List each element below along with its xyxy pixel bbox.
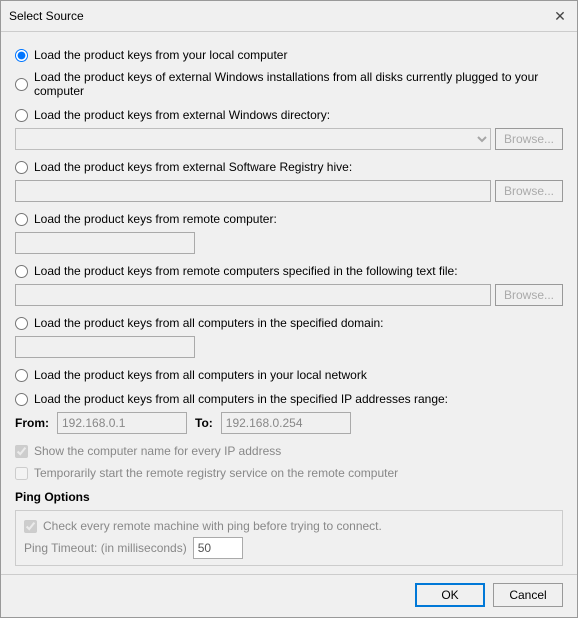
radio-external-disks[interactable] bbox=[15, 78, 28, 91]
input-row-4: Browse... bbox=[15, 180, 563, 202]
domain-input[interactable] bbox=[15, 336, 195, 358]
temp-registry-label[interactable]: Temporarily start the remote registry se… bbox=[34, 466, 398, 480]
ping-options-label: Ping Options bbox=[15, 490, 563, 504]
from-label: From: bbox=[15, 416, 49, 430]
radio-row-4: Load the product keys from external Soft… bbox=[15, 160, 563, 174]
to-label: To: bbox=[195, 416, 213, 430]
radio-registry-hive[interactable] bbox=[15, 161, 28, 174]
check-ping-row: Check every remote machine with ping bef… bbox=[24, 519, 554, 533]
radio-row-5: Load the product keys from remote comput… bbox=[15, 212, 563, 226]
radio-row-1: Load the product keys from your local co… bbox=[15, 48, 563, 62]
remote-computer-input[interactable] bbox=[15, 232, 195, 254]
directory-dropdown[interactable] bbox=[15, 128, 491, 150]
check-ping-label[interactable]: Check every remote machine with ping bef… bbox=[43, 519, 382, 533]
radio-label-7[interactable]: Load the product keys from all computers… bbox=[34, 316, 384, 330]
dialog-body: Load the product keys from your local co… bbox=[1, 32, 577, 574]
check-ping-checkbox[interactable] bbox=[24, 520, 37, 533]
input-row-6: Browse... bbox=[15, 284, 563, 306]
title-bar: Select Source ✕ bbox=[1, 1, 577, 32]
radio-label-3[interactable]: Load the product keys from external Wind… bbox=[34, 108, 330, 122]
radio-row-7: Load the product keys from all computers… bbox=[15, 316, 563, 330]
input-row-5 bbox=[15, 232, 563, 254]
radio-label-4[interactable]: Load the product keys from external Soft… bbox=[34, 160, 352, 174]
radio-label-2[interactable]: Load the product keys of external Window… bbox=[34, 70, 563, 98]
ping-timeout-label: Ping Timeout: (in milliseconds) bbox=[24, 541, 187, 555]
text-file-input[interactable] bbox=[15, 284, 491, 306]
input-row-7 bbox=[15, 336, 563, 358]
show-computer-name-checkbox[interactable] bbox=[15, 445, 28, 458]
browse-button-6[interactable]: Browse... bbox=[495, 284, 563, 306]
radio-local-network[interactable] bbox=[15, 369, 28, 382]
radio-label-9[interactable]: Load the product keys from all computers… bbox=[34, 392, 448, 406]
radio-label-6[interactable]: Load the product keys from remote comput… bbox=[34, 264, 458, 278]
radio-row-9: Load the product keys from all computers… bbox=[15, 392, 563, 406]
dialog-footer: OK Cancel bbox=[1, 574, 577, 617]
checkbox-row-temp-registry: Temporarily start the remote registry se… bbox=[15, 466, 563, 480]
radio-domain[interactable] bbox=[15, 317, 28, 330]
close-button[interactable]: ✕ bbox=[551, 7, 569, 25]
radio-label-8[interactable]: Load the product keys from all computers… bbox=[34, 368, 367, 382]
input-row-3: Browse... bbox=[15, 128, 563, 150]
browse-button-3[interactable]: Browse... bbox=[495, 128, 563, 150]
radio-local-computer[interactable] bbox=[15, 49, 28, 62]
ping-options-group: Check every remote machine with ping bef… bbox=[15, 510, 563, 566]
temp-registry-checkbox[interactable] bbox=[15, 467, 28, 480]
radio-row-8: Load the product keys from all computers… bbox=[15, 368, 563, 382]
radio-remote-computer[interactable] bbox=[15, 213, 28, 226]
radio-text-file[interactable] bbox=[15, 265, 28, 278]
radio-label-1[interactable]: Load the product keys from your local co… bbox=[34, 48, 287, 62]
radio-label-5[interactable]: Load the product keys from remote comput… bbox=[34, 212, 277, 226]
show-computer-name-label[interactable]: Show the computer name for every IP addr… bbox=[34, 444, 281, 458]
ping-timeout-row: Ping Timeout: (in milliseconds) bbox=[24, 537, 554, 559]
radio-row-2: Load the product keys of external Window… bbox=[15, 70, 563, 98]
checkbox-row-show-name: Show the computer name for every IP addr… bbox=[15, 444, 563, 458]
registry-hive-input[interactable] bbox=[15, 180, 491, 202]
radio-row-3: Load the product keys from external Wind… bbox=[15, 108, 563, 122]
ok-button[interactable]: OK bbox=[415, 583, 485, 607]
to-ip-input[interactable] bbox=[221, 412, 351, 434]
select-source-dialog: Select Source ✕ Load the product keys fr… bbox=[0, 0, 578, 618]
from-to-row: From: To: bbox=[15, 412, 563, 434]
dialog-title: Select Source bbox=[9, 9, 84, 23]
browse-button-4[interactable]: Browse... bbox=[495, 180, 563, 202]
radio-row-6: Load the product keys from remote comput… bbox=[15, 264, 563, 278]
radio-ip-range[interactable] bbox=[15, 393, 28, 406]
radio-external-directory[interactable] bbox=[15, 109, 28, 122]
ping-timeout-input[interactable] bbox=[193, 537, 243, 559]
cancel-button[interactable]: Cancel bbox=[493, 583, 563, 607]
from-ip-input[interactable] bbox=[57, 412, 187, 434]
